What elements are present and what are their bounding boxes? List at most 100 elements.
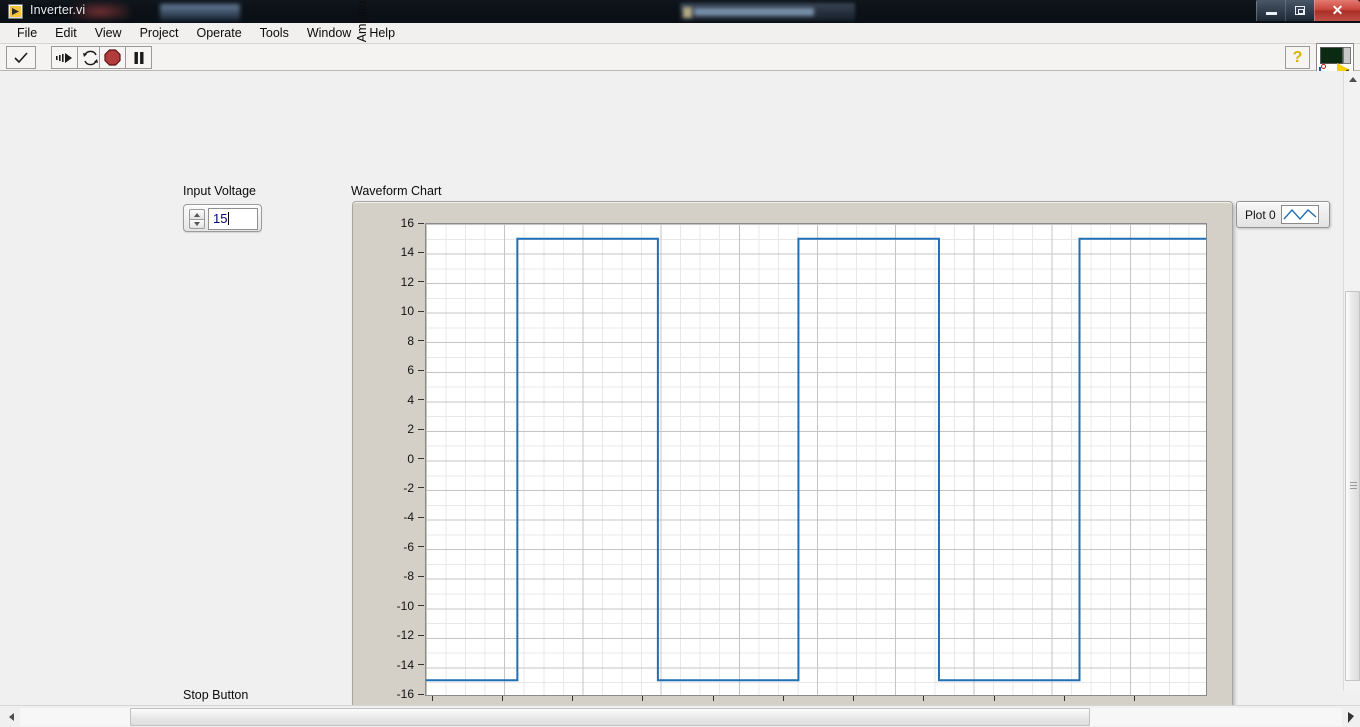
- input-voltage-field[interactable]: 15: [208, 208, 258, 230]
- scrollbar-corner: [1343, 691, 1360, 705]
- y-tick-label: 10: [401, 304, 414, 318]
- y-tick-label: -4: [403, 510, 414, 524]
- spinner-down-icon: [194, 222, 200, 226]
- input-voltage-value: 15: [213, 211, 227, 226]
- spinner-down-button[interactable]: [189, 219, 205, 229]
- y-tick-10: -4: [353, 511, 425, 523]
- close-button[interactable]: ✕: [1314, 0, 1360, 21]
- scrollbar-grip-icon: [1350, 482, 1357, 490]
- minimize-button[interactable]: [1256, 0, 1285, 21]
- menu-item-file[interactable]: File: [8, 24, 46, 42]
- horizontal-scrollbar-thumb[interactable]: [130, 708, 1090, 726]
- x-tick-mark: [783, 696, 784, 701]
- menu-bar: File Edit View Project Operate Tools Win…: [0, 23, 1360, 44]
- plot-area[interactable]: [425, 223, 1207, 696]
- run-arrow-icon: [13, 51, 29, 65]
- x-tick-mark: [713, 696, 714, 701]
- x-tick-mark: [1064, 696, 1065, 701]
- waveform-chart[interactable]: 1614121086420-2-4-6-8-10-12-14-16 Amplit…: [352, 201, 1233, 727]
- horizontal-scrollbar[interactable]: [0, 705, 1360, 727]
- y-tick-mark: [418, 399, 424, 400]
- y-tick-3: 10: [353, 305, 425, 317]
- y-tick-14: -12: [353, 629, 425, 641]
- y-tick-mark: [418, 487, 424, 488]
- y-tick-0: 16: [353, 217, 425, 229]
- y-tick-9: -2: [353, 482, 425, 494]
- x-tick-mark: [572, 696, 573, 701]
- menu-item-project[interactable]: Project: [131, 24, 188, 42]
- abort-stop-icon: [104, 49, 121, 66]
- plot-legend[interactable]: Plot 0: [1236, 201, 1330, 228]
- abort-execution-button[interactable]: [99, 46, 126, 69]
- x-tick-mark: [502, 696, 503, 701]
- x-tick-mark: [432, 696, 433, 701]
- spinner-up-button[interactable]: [189, 209, 205, 219]
- y-tick-label: 6: [407, 363, 414, 377]
- mouse-cursor-icon: [1348, 712, 1354, 723]
- vertical-scrollbar[interactable]: [1343, 71, 1360, 705]
- y-tick-mark: [418, 576, 424, 577]
- y-tick-label: -10: [397, 599, 414, 613]
- y-tick-mark: [418, 694, 424, 695]
- y-tick-mark: [418, 311, 424, 312]
- maximize-icon: [1295, 6, 1305, 15]
- y-tick-mark: [418, 546, 424, 547]
- y-tick-mark: [418, 605, 424, 606]
- run-continuously-button[interactable]: [51, 46, 78, 69]
- y-tick-mark: [418, 252, 424, 253]
- plot-curve: [426, 224, 1206, 695]
- menu-item-tools[interactable]: Tools: [251, 24, 298, 42]
- x-tick-mark: [642, 696, 643, 701]
- loop-arrows-icon: [81, 50, 100, 66]
- scroll-left-icon: [9, 713, 14, 721]
- waveform-chart-label: Waveform Chart: [351, 184, 442, 198]
- y-tick-8: 0: [353, 453, 425, 465]
- y-tick-mark: [418, 281, 424, 282]
- y-tick-label: -6: [403, 540, 414, 554]
- run-continuously-icon: [55, 51, 75, 65]
- y-tick-mark: [418, 340, 424, 341]
- y-tick-label: 12: [401, 275, 414, 289]
- x-tick-mark: [853, 696, 854, 701]
- minimize-icon: [1266, 12, 1277, 15]
- spinner-up-icon: [194, 213, 200, 217]
- y-tick-label: 0: [407, 452, 414, 466]
- y-tick-label: -8: [403, 569, 414, 583]
- legend-plot-name: Plot 0: [1241, 208, 1276, 222]
- vertical-scrollbar-thumb[interactable]: [1345, 291, 1360, 681]
- y-tick-label: 8: [407, 334, 414, 348]
- pause-icon: [133, 51, 145, 65]
- y-tick-mark: [418, 429, 424, 430]
- y-tick-label: -14: [397, 658, 414, 672]
- y-tick-7: 2: [353, 423, 425, 435]
- window-title-bar: Inverter.vi ✕: [0, 0, 1360, 23]
- maximize-button[interactable]: [1285, 0, 1314, 21]
- y-tick-label: 2: [407, 422, 414, 436]
- run-button[interactable]: [6, 46, 36, 69]
- y-tick-label: 4: [407, 393, 414, 407]
- y-tick-mark: [418, 664, 424, 665]
- menu-item-help[interactable]: Help: [360, 24, 404, 42]
- x-tick-mark: [994, 696, 995, 701]
- menu-item-edit[interactable]: Edit: [46, 24, 86, 42]
- y-axis-ticks: 1614121086420-2-4-6-8-10-12-14-16: [353, 223, 425, 696]
- window-title: Inverter.vi: [30, 3, 85, 17]
- menu-item-operate[interactable]: Operate: [187, 24, 250, 42]
- front-panel-canvas: Input Voltage 15 Stop Button Stop Wavefo…: [0, 71, 1343, 701]
- labview-vi-icon: [8, 4, 23, 19]
- input-voltage-control[interactable]: 15: [183, 204, 262, 232]
- scroll-up-button[interactable]: [1344, 71, 1360, 88]
- scroll-left-button[interactable]: [3, 709, 20, 725]
- y-tick-label: -12: [397, 628, 414, 642]
- input-voltage-label: Input Voltage: [183, 184, 256, 198]
- y-tick-5: 6: [353, 364, 425, 376]
- menu-item-window[interactable]: Window: [298, 24, 360, 42]
- y-tick-6: 4: [353, 394, 425, 406]
- pause-button[interactable]: [125, 46, 152, 69]
- y-tick-11: -6: [353, 541, 425, 553]
- context-help-button[interactable]: ?: [1285, 46, 1310, 69]
- menu-item-view[interactable]: View: [86, 24, 131, 42]
- input-voltage-spinner[interactable]: [189, 209, 205, 229]
- plot-line-sample-icon[interactable]: [1281, 205, 1319, 224]
- window-controls: ✕: [1256, 0, 1360, 21]
